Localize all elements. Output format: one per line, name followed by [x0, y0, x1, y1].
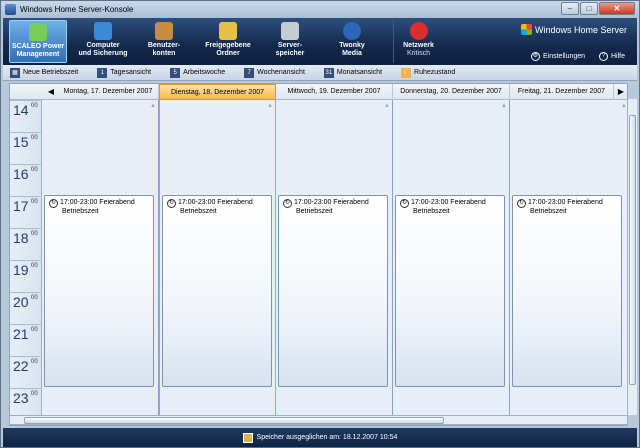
minimize-button[interactable]: – [561, 2, 579, 15]
close-button[interactable]: ✕ [599, 2, 635, 15]
app-window: Windows Home Server-Konsole – □ ✕ SCALEO… [0, 0, 640, 448]
scroll-up-marker-icon: ▲ [267, 103, 273, 109]
hour-row: 17 00 [10, 196, 42, 228]
calendar-day-icon: 1 [97, 67, 108, 78]
computer-icon [94, 22, 112, 40]
hour-row: 15 00 [10, 132, 42, 164]
storage-balanced-icon [242, 432, 253, 443]
toolbar-shared-folders[interactable]: Freigegebene Ordner [197, 20, 259, 63]
day-header-wednesday[interactable]: Mittwoch, 19. Dezember 2007 [276, 84, 393, 100]
week-view-button[interactable]: 7 Wochenansicht [244, 67, 305, 78]
leaf-icon [29, 23, 47, 41]
settings-icon: ⚙ [531, 52, 540, 61]
status-text: Speicher ausgeglichen am: 18.12.2007 10:… [256, 434, 398, 441]
hour-row: 21 00 [10, 324, 42, 356]
event-block[interactable]: ↻ 17:00-23:00 Feierabend Betriebszeit [44, 195, 154, 387]
horizontal-scrollbar[interactable] [9, 415, 628, 425]
day-column-friday[interactable]: ▲ ↻ 17:00-23:00 Feierabend Betriebszeit [510, 100, 627, 418]
event-block[interactable]: ↻ 17:00-23:00 Feierabend Betriebszeit [512, 195, 622, 387]
toolbar-server-storage[interactable]: Server- speicher [267, 20, 313, 63]
event-block[interactable]: ↻ 17:00-23:00 Feierabend Betriebszeit [395, 195, 505, 387]
server-icon [281, 22, 299, 40]
toolbar-twonky-media[interactable]: Twonky Media [329, 20, 375, 63]
windows-flag-icon [520, 24, 532, 35]
day-column-thursday[interactable]: ▲ ↻ 17:00-23:00 Feierabend Betriebszeit [393, 100, 510, 418]
scroll-up-marker-icon: ▲ [150, 103, 156, 109]
network-critical-icon [409, 22, 428, 40]
maximize-button[interactable]: □ [580, 2, 598, 15]
day-column-monday[interactable]: ▲ ↻ 17:00-23:00 Feierabend Betriebszeit [42, 100, 159, 418]
recurrence-icon: ↻ [283, 199, 292, 208]
next-day-arrow-icon[interactable]: ▶ [614, 84, 627, 100]
status-bar: Speicher ausgeglichen am: 18.12.2007 10:… [3, 428, 637, 447]
recurrence-icon: ↻ [517, 199, 526, 208]
day-view-button[interactable]: 1 Tagesansicht [97, 67, 151, 78]
help-icon: ? [599, 52, 608, 61]
moon-icon: ☾ [401, 67, 412, 78]
day-header-monday[interactable]: Montag, 17. Dezember 2007 [58, 84, 159, 100]
hour-row: 18 00 [10, 228, 42, 260]
help-link[interactable]: ? Hilfe [599, 52, 625, 61]
windows-home-server-logo: Windows Home Server [520, 24, 627, 35]
hour-row: 19 00 [10, 260, 42, 292]
horizontal-scroll-thumb[interactable] [24, 417, 444, 424]
previous-day-arrow-icon[interactable]: ◀ [44, 84, 58, 100]
app-icon [5, 4, 16, 15]
recurrence-icon: ↻ [49, 199, 58, 208]
new-icon: ▦ [10, 67, 20, 78]
calendar-view: ◀ Montag, 17. Dezember 2007 Dienstag, 18… [9, 83, 628, 426]
work-week-button[interactable]: 5 Arbeitswoche [170, 67, 225, 78]
hour-row: 22 00 [10, 356, 42, 388]
command-bar: ▦ Neue Betriebszeit 1 Tagesansicht 5 Arb… [3, 65, 637, 81]
title-bar: Windows Home Server-Konsole – □ ✕ [1, 1, 639, 18]
day-header-friday[interactable]: Freitag, 21. Dezember 2007 [510, 84, 614, 100]
day-header-row: ◀ Montag, 17. Dezember 2007 Dienstag, 18… [10, 84, 627, 100]
calendar-month-icon: 31 [323, 67, 334, 78]
day-column-wednesday[interactable]: ▲ ↻ 17:00-23:00 Feierabend Betriebszeit [276, 100, 393, 418]
calendar-week-icon: 7 [244, 67, 255, 78]
hour-row: 14 00 [10, 100, 42, 132]
day-column-tuesday[interactable]: ▲ ↻ 17:00-23:00 Feierabend Betriebszeit [159, 100, 276, 418]
new-operating-time-button[interactable]: ▦ Neue Betriebszeit [10, 67, 78, 78]
twonky-media-icon [343, 22, 361, 40]
vertical-scroll-thumb[interactable] [629, 115, 636, 385]
hibernate-button[interactable]: ☾ Ruhezustand [401, 67, 455, 78]
event-block[interactable]: ↻ 17:00-23:00 Feierabend Betriebszeit [278, 195, 388, 387]
main-toolbar: SCALEO Power Management Computer und Sic… [3, 18, 637, 65]
calendar-workweek-icon: 5 [170, 67, 181, 78]
day-header-thursday[interactable]: Donnerstag, 20. Dezember 2007 [393, 84, 510, 100]
month-view-button[interactable]: 31 Monatsansicht [323, 67, 382, 78]
hour-row: 16 00 [10, 164, 42, 196]
recurrence-icon: ↻ [400, 199, 409, 208]
toolbar-network-status[interactable]: Netzwerk Kritisch [393, 20, 443, 63]
toolbar-scaleo-power-management[interactable]: SCALEO Power Management [9, 20, 67, 63]
users-icon [155, 22, 173, 40]
scroll-up-marker-icon: ▲ [384, 103, 390, 109]
hour-row: 20 00 [10, 292, 42, 324]
day-header-tuesday[interactable]: Dienstag, 18. Dezember 2007 [159, 84, 276, 100]
vertical-scrollbar[interactable] [627, 99, 637, 415]
folder-icon [219, 22, 237, 40]
window-title: Windows Home Server-Konsole [20, 5, 134, 14]
scroll-up-marker-icon: ▲ [501, 103, 507, 109]
recurrence-icon: ↻ [167, 199, 176, 208]
time-ruler: 14 00 15 00 16 00 17 00 18 00 19 00 20 00 21 00 … [10, 100, 42, 418]
toolbar-user-accounts[interactable]: Benutzer- konten [139, 20, 189, 63]
event-block[interactable]: ↻ 17:00-23:00 Feierabend Betriebszeit [162, 195, 272, 387]
settings-link[interactable]: ⚙ Einstellungen [531, 52, 585, 61]
toolbar-computer-backup[interactable]: Computer und Sicherung [73, 20, 133, 63]
